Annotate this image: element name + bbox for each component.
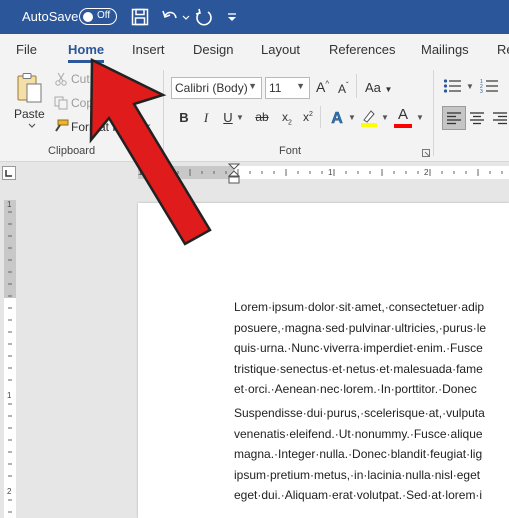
text-line: Suspendisse·dui·purus,·scelerisque·at,·v… (234, 406, 485, 420)
svg-text:3: 3 (480, 89, 483, 94)
text-line: posuere,·magna·sed·pulvinar·ultricies,·p… (234, 320, 487, 335)
ruler-number: 1 (7, 200, 12, 209)
grow-font-letter: A (316, 79, 326, 95)
ruler-number: 1 (7, 391, 12, 400)
numbering-icon[interactable]: 1 2 3 (480, 78, 500, 94)
tab-insert[interactable]: Insert (132, 42, 165, 57)
change-case-label: Aa (365, 80, 381, 95)
copy-button[interactable]: Copy (71, 96, 99, 110)
cut-button[interactable]: Cut (71, 72, 90, 86)
tab-stop-icon (5, 170, 12, 177)
align-right-icon[interactable] (492, 110, 508, 126)
undo-icon[interactable] (160, 7, 180, 27)
font-launcher-icon[interactable] (422, 149, 430, 157)
format-painter-button[interactable]: Format Painter (71, 120, 150, 134)
tab-design[interactable]: Design (193, 42, 233, 57)
format-painter-icon[interactable] (53, 119, 69, 133)
font-color-button[interactable]: A (393, 106, 413, 126)
ribbon-divider (320, 106, 321, 128)
copy-icon[interactable] (54, 96, 68, 110)
indent-marker-icon[interactable] (228, 163, 240, 185)
font-name-box[interactable]: Calibri (Body) ▼ (171, 77, 262, 99)
toggle-knob (83, 11, 93, 22)
tab-layout[interactable]: Layout (261, 42, 300, 57)
clipboard-launcher-icon[interactable] (152, 149, 160, 157)
tab-home[interactable]: Home (68, 42, 104, 57)
tab-mailings[interactable]: Mailings (421, 42, 469, 57)
highlight-icon[interactable] (360, 108, 378, 128)
text-line: ipsum·pretium·metus,·in·lacinia·nulla·ni… (234, 467, 481, 482)
ruler-number: 2 (7, 487, 12, 496)
ribbon-divider (356, 74, 357, 98)
chevron-down-icon[interactable]: ▼ (236, 113, 244, 122)
tab-selector[interactable] (2, 166, 16, 180)
text-line: et·orci.·Aenean·nec·lorem.·In·porttitor.… (234, 382, 477, 396)
paste-button[interactable]: Paste (14, 107, 45, 121)
undo-dropdown-icon[interactable] (181, 7, 191, 27)
text-line: magna.·Integer·nulla.·Donec·blandit·feug… (234, 447, 483, 461)
chevron-down-icon: ▼ (296, 81, 305, 91)
paragraph-1[interactable]: Lorem·ipsum·dolor·sit·amet,·consectetuer… (234, 297, 509, 400)
ruler-number: 1 (138, 168, 143, 177)
save-icon[interactable] (130, 7, 150, 27)
chevron-down-icon[interactable]: ▼ (381, 113, 389, 122)
paragraph-2[interactable]: Suspendisse·dui·purus,·scelerisque·at,·v… (234, 403, 509, 506)
subscript-button[interactable]: x2 (277, 110, 297, 130)
underline-button[interactable]: U (218, 110, 238, 130)
autosave-state: Off (97, 10, 111, 21)
chevron-down-icon[interactable]: ▼ (416, 113, 424, 122)
ribbon-divider (433, 70, 434, 156)
font-size-value: 11 (269, 81, 282, 95)
vertical-ruler-ticks (8, 211, 12, 513)
text-line: eget·dui.·Aliquam·erat·volutpat.·Sed·at·… (234, 488, 483, 502)
autosave-label: AutoSave (22, 9, 79, 24)
superscript-button[interactable]: x2 (298, 110, 318, 130)
text-line: Lorem·ipsum·dolor·sit·amet,·consectetuer… (234, 300, 485, 314)
customize-icon[interactable] (225, 7, 239, 27)
chevron-down-icon: ▼ (248, 81, 257, 91)
ruler-number: 2 (424, 168, 429, 177)
italic-button[interactable]: I (196, 110, 216, 130)
change-case-button[interactable]: Aa ▼ (365, 80, 392, 95)
font-group-label: Font (279, 145, 302, 157)
text-effects-button[interactable]: A (327, 110, 347, 130)
font-name-value: Calibri (Body) (175, 81, 248, 95)
text-line: tristique·senectus·et·netus·et·malesuada… (234, 361, 483, 376)
tab-references[interactable]: References (329, 42, 395, 57)
title-bar: AutoSave Off (0, 0, 509, 34)
shrink-font-letter: A (338, 82, 347, 96)
shrink-font-button[interactable]: Aˇ (338, 81, 349, 96)
ruler-ticks (153, 169, 503, 176)
ruler-number: 1 (328, 168, 333, 177)
chevron-down-icon[interactable]: ▼ (466, 82, 474, 91)
cut-icon[interactable] (54, 72, 68, 86)
font-size-box[interactable]: 11 ▼ (265, 77, 310, 99)
grow-font-button[interactable]: A^ (316, 79, 329, 95)
font-color-bar (394, 124, 412, 128)
text-line: quis·urna.·Nunc·viverra·imperdiet·enim.·… (234, 341, 483, 355)
redo-icon[interactable] (194, 7, 214, 27)
paste-icon[interactable] (15, 72, 43, 104)
paste-dropdown-icon[interactable] (27, 122, 37, 130)
bold-button[interactable]: B (174, 110, 194, 130)
autosave-toggle[interactable]: Off (79, 8, 117, 25)
active-tab-indicator (68, 60, 104, 63)
clipboard-group-label: Clipboard (48, 145, 96, 157)
align-center-icon[interactable] (469, 110, 485, 126)
bullets-icon[interactable] (443, 78, 463, 94)
align-left-icon[interactable] (446, 110, 462, 126)
document-page[interactable]: Lorem·ipsum·dolor·sit·amet,·consectetuer… (138, 203, 509, 518)
chevron-down-icon[interactable]: ▼ (348, 113, 356, 122)
tab-review[interactable]: Re (497, 42, 509, 57)
strikethrough-button[interactable]: ab (252, 110, 272, 130)
ribbon-divider (163, 70, 164, 156)
text-line: venenatis·eleifend.·Ut·nonummy.·Fusce·al… (234, 426, 483, 441)
tab-file[interactable]: File (16, 42, 37, 57)
